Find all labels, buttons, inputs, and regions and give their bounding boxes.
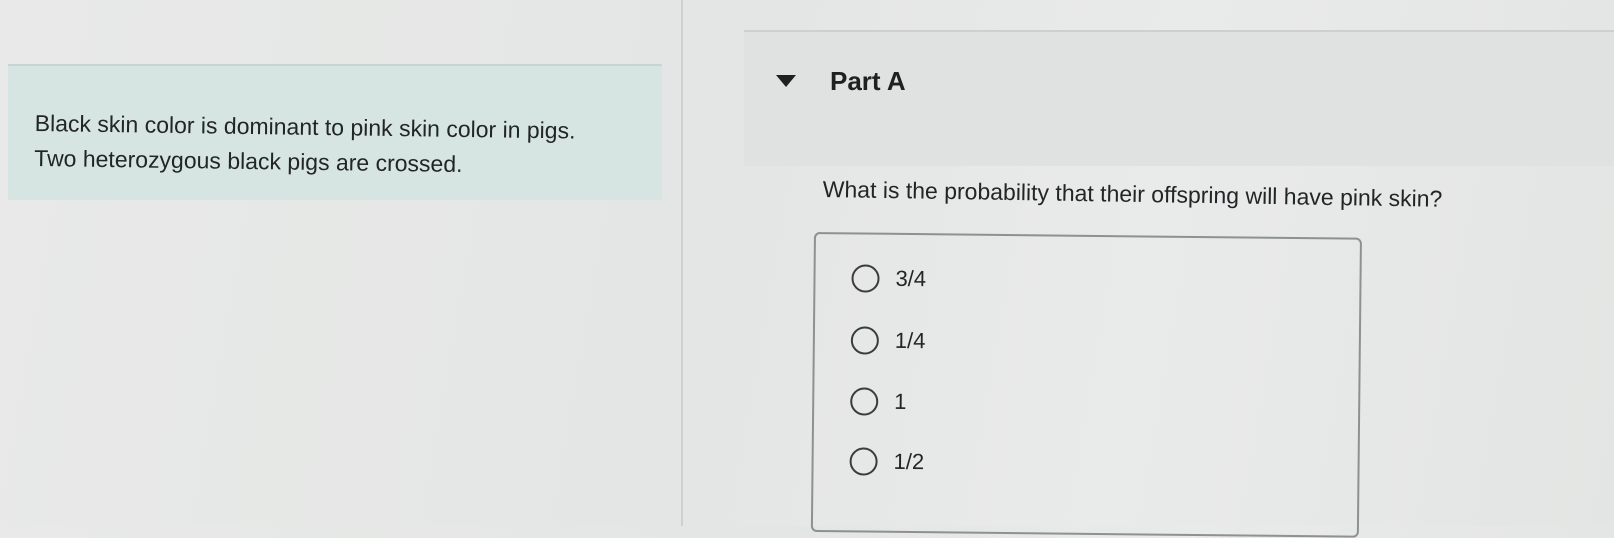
answer-option-3[interactable]: 1 [850,387,907,416]
radio-button[interactable] [850,387,879,416]
part-collapse-toggle[interactable] [773,72,799,90]
answer-option-label: 1/2 [893,448,925,475]
answer-option-label: 3/4 [895,265,927,292]
answer-option-2[interactable]: 1/4 [850,326,926,355]
radio-button[interactable] [851,264,880,293]
question-text: What is the probability that their offsp… [822,176,1443,212]
answer-option-4[interactable]: 1/2 [849,447,924,476]
caret-down-icon [776,75,796,87]
radio-button[interactable] [849,447,878,476]
radio-button[interactable] [850,326,880,355]
problem-column: Black skin color is dominant to pink ski… [0,0,680,526]
part-column: Part A What is the probability that thei… [683,0,1614,538]
answer-options-box: 3/4 1/4 1 1/2 [810,232,1362,538]
answer-option-1[interactable]: 3/4 [851,264,926,293]
problem-intro-text: Black skin color is dominant to pink ski… [34,109,576,177]
problem-intro-panel: Black skin color is dominant to pink ski… [8,64,662,200]
part-header-band [744,30,1614,166]
answer-option-label: 1/4 [894,327,926,354]
part-title[interactable]: Part A [830,66,906,97]
answer-option-label: 1 [894,388,907,414]
